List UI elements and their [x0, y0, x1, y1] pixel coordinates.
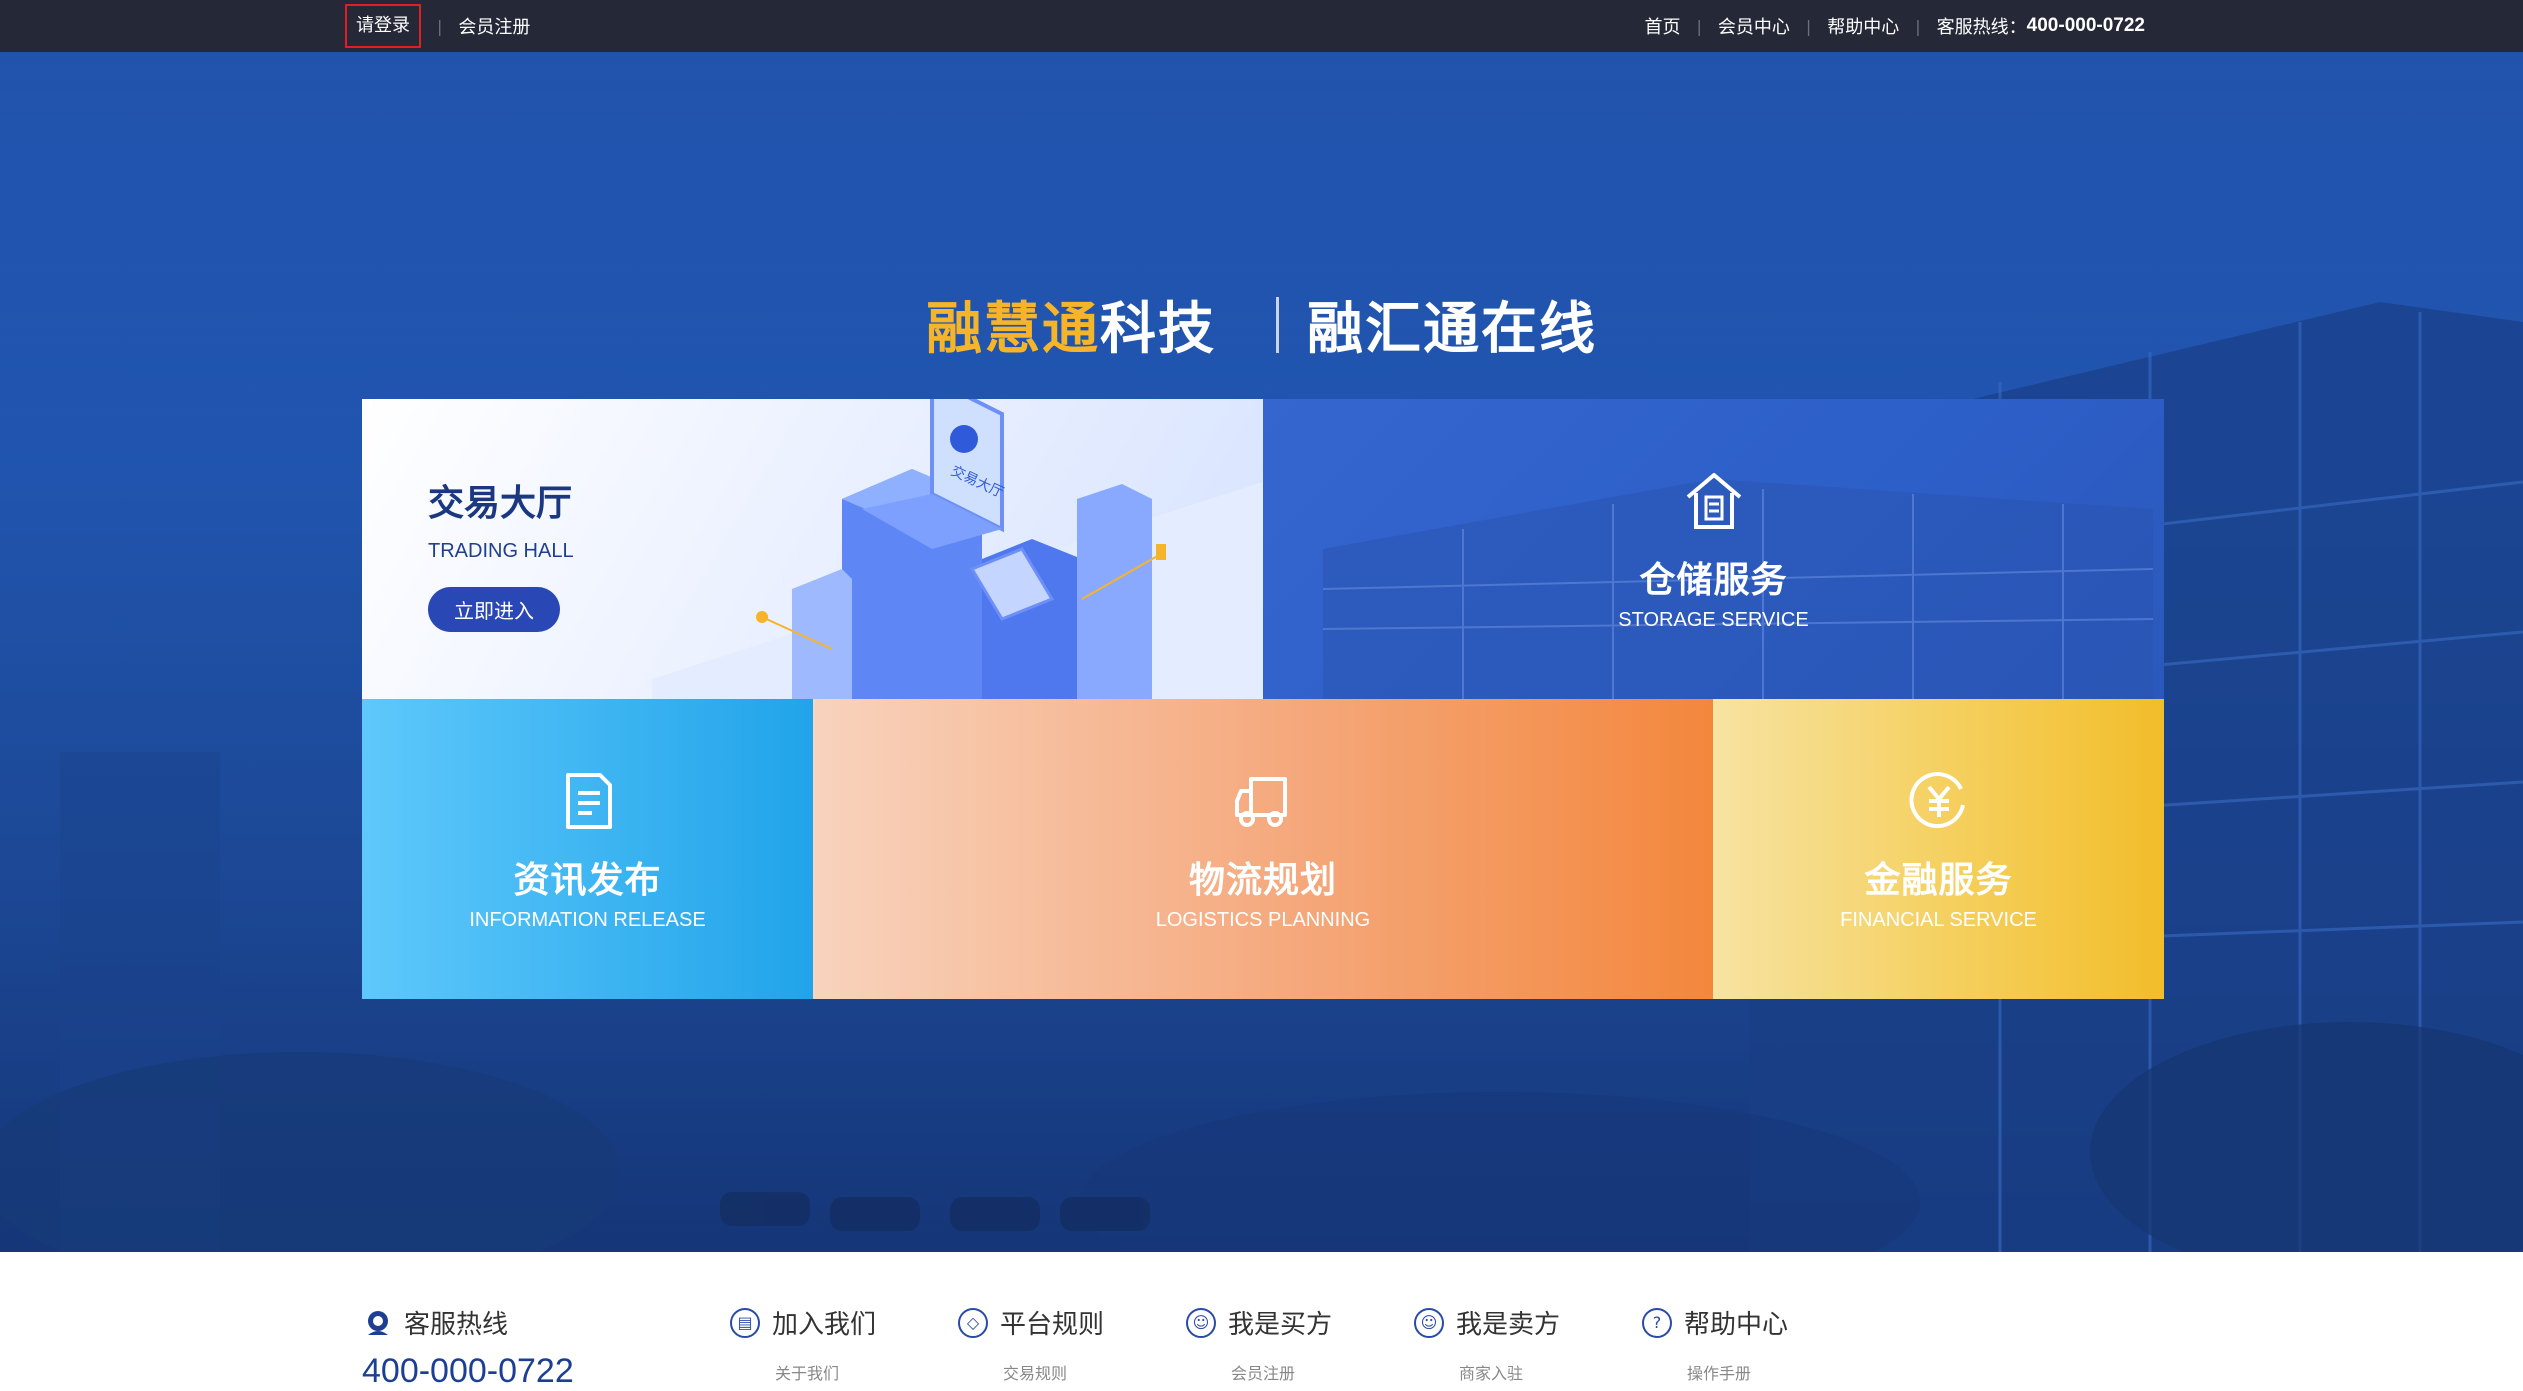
slogan-brand: 融慧通	[926, 297, 1100, 362]
top-bar: 请登录 | 会员注册 首页 | 会员中心 | 帮助中心 | 客服热线： 400-…	[0, 0, 2523, 52]
login-link[interactable]: 请登录	[345, 4, 421, 48]
user-icon: ☺	[1186, 1307, 1216, 1338]
footer-nav-help[interactable]: ? 帮助中心	[1642, 1304, 1788, 1341]
footer-sub-link[interactable]: 交易规则	[1003, 1360, 1067, 1384]
member-center-link[interactable]: 会员中心	[1718, 13, 1790, 39]
footer-nav-label: 加入我们	[772, 1310, 877, 1340]
footer-nav-buyer[interactable]: ☺ 我是买方	[1186, 1304, 1332, 1341]
separator: |	[1915, 16, 1921, 36]
separator: |	[1696, 16, 1702, 36]
information-release-tile[interactable]: 资讯发布 INFORMATION RELEASE	[362, 699, 813, 999]
hotline-number: 400-000-0722	[2026, 15, 2145, 36]
shield-icon: ◇	[958, 1307, 988, 1338]
footer-nav-rules[interactable]: ◇ 平台规则	[958, 1304, 1104, 1341]
footer-hotline-title: 客服热线	[404, 1310, 509, 1340]
footer-nav-seller[interactable]: ☺ 我是卖方	[1414, 1304, 1560, 1341]
storage-content: 仓储服务 STORAGE SERVICE	[1263, 469, 2164, 632]
enter-now-button[interactable]: 立即进入	[428, 587, 560, 632]
home-link[interactable]: 首页	[1645, 13, 1681, 39]
footer-nav-label: 我是买方	[1228, 1310, 1333, 1340]
document-icon	[565, 773, 612, 829]
user-icon: ☺	[1414, 1307, 1444, 1338]
tile-subtitle: INFORMATION RELEASE	[469, 909, 706, 931]
help-center-link[interactable]: 帮助中心	[1827, 13, 1899, 39]
slogan-online: 融汇通在线	[1307, 297, 1597, 362]
tile-subtitle: STORAGE SERVICE	[1618, 609, 1809, 631]
separator: |	[1805, 16, 1812, 36]
footer-nav-label: 平台规则	[1000, 1310, 1105, 1340]
tile-title: 物流规划	[1188, 860, 1337, 901]
information-content: 资讯发布 INFORMATION RELEASE	[362, 769, 813, 932]
trading-hall-tile[interactable]: 交易大厅 交易大厅 TRADING HALL 立即进入	[362, 399, 1263, 699]
footer-nav-label: 帮助中心	[1684, 1310, 1789, 1340]
document-icon: ▤	[730, 1307, 760, 1338]
slogan: 融慧通 科技 融汇通在线	[0, 284, 2523, 365]
slogan-tech: 科技	[1100, 297, 1216, 362]
truck-icon	[1235, 777, 1287, 827]
top-bar-right: 首页 | 会员中心 | 帮助中心 | 客服热线： 400-000-0722	[1645, 0, 2146, 52]
slogan-divider	[1276, 296, 1279, 353]
tile-title: 交易大厅	[428, 483, 573, 524]
footer-hotline-number: 400-000-0722	[362, 1352, 574, 1390]
tile-title: 金融服务	[1864, 860, 2013, 901]
footer-nav-join[interactable]: ▤ 加入我们	[730, 1304, 876, 1341]
laptop-illustration-icon: 交易大厅	[652, 399, 1263, 699]
footer-sub-link[interactable]: 操作手册	[1687, 1360, 1751, 1384]
tile-title: 仓储服务	[1639, 560, 1788, 601]
tile-subtitle: TRADING HALL	[428, 540, 574, 562]
tile-subtitle: FINANCIAL SERVICE	[1840, 909, 2037, 931]
storage-service-tile[interactable]: 仓储服务 STORAGE SERVICE	[1263, 399, 2164, 699]
trading-hall-text: 交易大厅 TRADING HALL 立即进入	[428, 474, 574, 632]
yuan-icon	[1908, 772, 1965, 828]
customer-service-icon	[368, 1310, 388, 1335]
logistics-planning-tile[interactable]: 物流规划 LOGISTICS PLANNING	[813, 699, 1713, 999]
hotline-label: 客服热线：	[1936, 17, 2027, 38]
footer-sub-link[interactable]: 商家入驻	[1459, 1360, 1523, 1384]
footer-hotline: 客服热线	[362, 1304, 508, 1341]
tile-title: 资讯发布	[513, 860, 662, 901]
top-bar-left: 请登录 | 会员注册	[345, 0, 530, 52]
financial-service-tile[interactable]: 金融服务 FINANCIAL SERVICE	[1713, 699, 2164, 999]
footer-sub-link[interactable]: 会员注册	[1231, 1360, 1295, 1384]
footer: 客服热线 400-000-0722 ▤ 加入我们 关于我们 ◇ 平台规则 交易规…	[0, 1252, 2523, 1390]
footer-nav-label: 我是卖方	[1456, 1310, 1561, 1340]
question-icon: ?	[1642, 1307, 1672, 1338]
finance-content: 金融服务 FINANCIAL SERVICE	[1713, 769, 2164, 932]
logistics-content: 物流规划 LOGISTICS PLANNING	[813, 769, 1713, 932]
footer-sub-link[interactable]: 关于我们	[775, 1360, 839, 1384]
warehouse-icon	[1686, 473, 1741, 529]
tile-subtitle: LOGISTICS PLANNING	[1155, 909, 1371, 931]
register-link[interactable]: 会员注册	[458, 13, 530, 39]
separator: |	[437, 16, 443, 36]
